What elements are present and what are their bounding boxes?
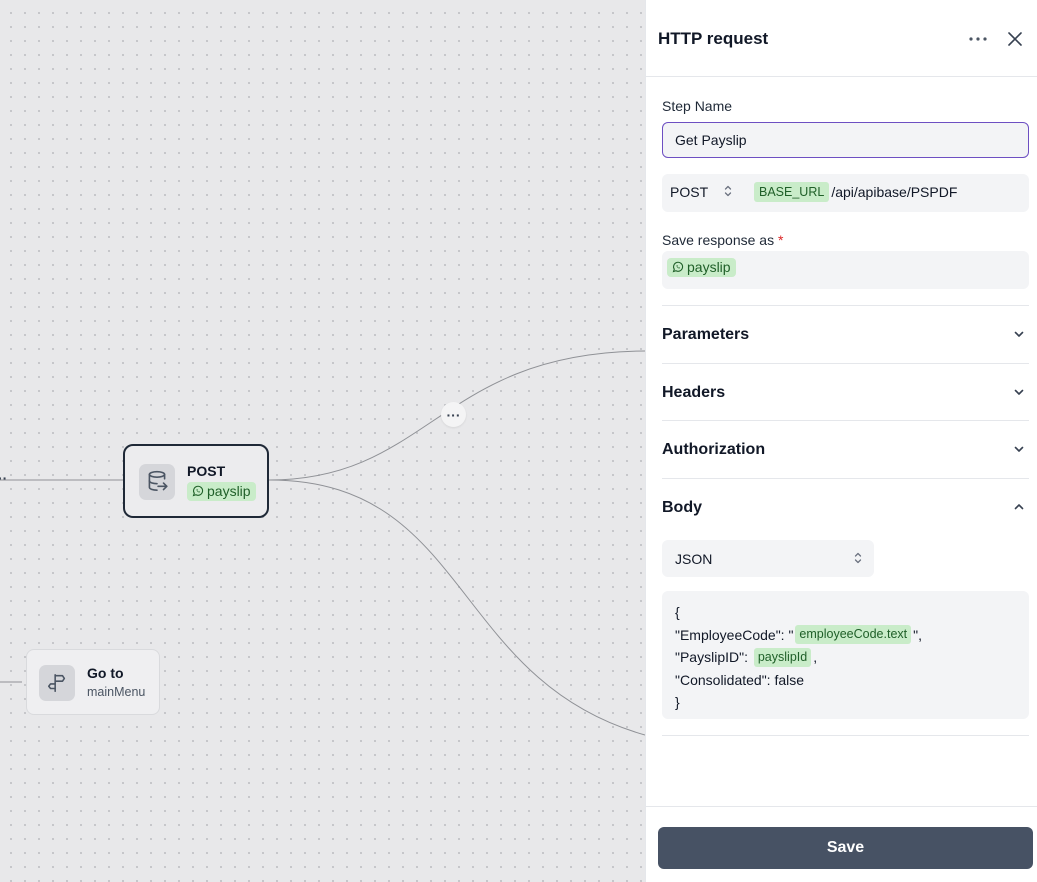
method-value: POST bbox=[670, 184, 709, 200]
flow-canvas[interactable]: ·· ··· POST payslip bbox=[0, 0, 645, 882]
section-headers-title: Headers bbox=[662, 384, 726, 401]
database-import-icon bbox=[139, 464, 175, 500]
save-response-field[interactable]: payslip bbox=[662, 251, 1029, 289]
section-authorization[interactable]: Authorization bbox=[662, 420, 1029, 478]
post-node-variable: payslip bbox=[187, 482, 256, 501]
section-authorization-title: Authorization bbox=[662, 441, 766, 458]
whatsapp-icon bbox=[192, 485, 204, 497]
code-consolidated: "Consolidated": false bbox=[675, 671, 805, 688]
section-parameters[interactable]: Parameters bbox=[662, 305, 1029, 363]
method-select[interactable]: POST bbox=[670, 184, 740, 200]
save-response-label-text: Save response as bbox=[662, 232, 775, 248]
footer-divider bbox=[646, 806, 1037, 807]
code-line-consolidated: "Consolidated": false bbox=[675, 669, 1016, 692]
chevron-down-icon bbox=[1014, 389, 1024, 395]
post-node[interactable]: POST payslip bbox=[123, 444, 269, 518]
chevron-up-icon bbox=[1014, 504, 1024, 510]
step-name-input[interactable] bbox=[662, 122, 1029, 158]
url-input[interactable]: BASE_URL /api/apibase/PSPDF bbox=[754, 182, 957, 202]
save-button[interactable]: Save bbox=[658, 827, 1033, 869]
url-path: /api/apibase/PSPDF bbox=[831, 184, 958, 200]
body-json-editor[interactable]: { "EmployeeCode": " employeeCode.text ",… bbox=[662, 591, 1029, 719]
code-line-employee-code: "EmployeeCode": " employeeCode.text ", bbox=[675, 624, 1016, 647]
edge-menu-left[interactable]: ·· bbox=[0, 470, 7, 486]
code-close-brace: } bbox=[675, 694, 680, 710]
employee-code-variable-chip[interactable]: employeeCode.text bbox=[795, 625, 912, 645]
edge-menu-label: ··· bbox=[446, 406, 461, 423]
step-name-label: Step Name bbox=[662, 98, 733, 114]
section-parameters-title: Parameters bbox=[662, 326, 750, 343]
section-body[interactable]: Body bbox=[662, 478, 1029, 536]
panel-header: HTTP request bbox=[646, 0, 1037, 77]
required-mark: * bbox=[777, 232, 784, 248]
code-payslip-id-end: , bbox=[813, 649, 818, 665]
close-icon[interactable] bbox=[1004, 28, 1026, 50]
section-headers[interactable]: Headers bbox=[662, 363, 1029, 421]
save-response-label: Save response as * bbox=[662, 232, 783, 248]
chevron-up-down-icon bbox=[724, 185, 732, 197]
edge-menu-button[interactable]: ··· bbox=[441, 402, 466, 427]
code-open-brace: { bbox=[675, 604, 680, 620]
panel-title: HTTP request bbox=[658, 29, 769, 48]
body-divider bbox=[662, 735, 1029, 736]
http-request-panel: HTTP request Step Name POST BASE_URL /ap… bbox=[645, 0, 1037, 882]
chevron-down-icon bbox=[1014, 446, 1024, 452]
body-type-select[interactable]: JSON bbox=[662, 540, 874, 577]
chevron-up-down-icon bbox=[854, 552, 862, 564]
signpost-icon bbox=[39, 665, 75, 701]
edge-post-to-bottom bbox=[268, 479, 645, 736]
url-variable-chip: BASE_URL bbox=[754, 182, 830, 202]
body-type-value: JSON bbox=[675, 551, 713, 567]
code-line-close: } bbox=[675, 691, 1016, 714]
whatsapp-icon bbox=[672, 261, 684, 273]
post-node-title: POST bbox=[187, 463, 226, 479]
save-response-variable-chip[interactable]: payslip bbox=[667, 258, 736, 277]
payslip-id-variable-chip[interactable]: payslipId bbox=[753, 647, 812, 667]
goto-node-title: Go to bbox=[87, 665, 124, 681]
section-body-title: Body bbox=[662, 499, 702, 516]
flow-edges bbox=[0, 350, 645, 736]
chevron-down-icon bbox=[1014, 331, 1024, 337]
goto-node-target: mainMenu bbox=[87, 685, 146, 699]
goto-node[interactable]: Go to mainMenu bbox=[26, 649, 160, 715]
code-payslip-id-key: "PayslipID": bbox=[675, 649, 752, 665]
post-node-variable-name: payslip bbox=[207, 483, 251, 499]
save-response-variable-name: payslip bbox=[687, 259, 731, 275]
request-url-row: POST BASE_URL /api/apibase/PSPDF bbox=[662, 174, 1029, 212]
code-employee-code-end: ", bbox=[913, 626, 922, 643]
code-line-payslip-id: "PayslipID": payslipId , bbox=[675, 646, 1016, 669]
code-employee-code-key: "EmployeeCode": " bbox=[675, 626, 794, 643]
code-line-open: { bbox=[675, 601, 1016, 624]
more-horizontal-icon[interactable] bbox=[966, 28, 990, 50]
